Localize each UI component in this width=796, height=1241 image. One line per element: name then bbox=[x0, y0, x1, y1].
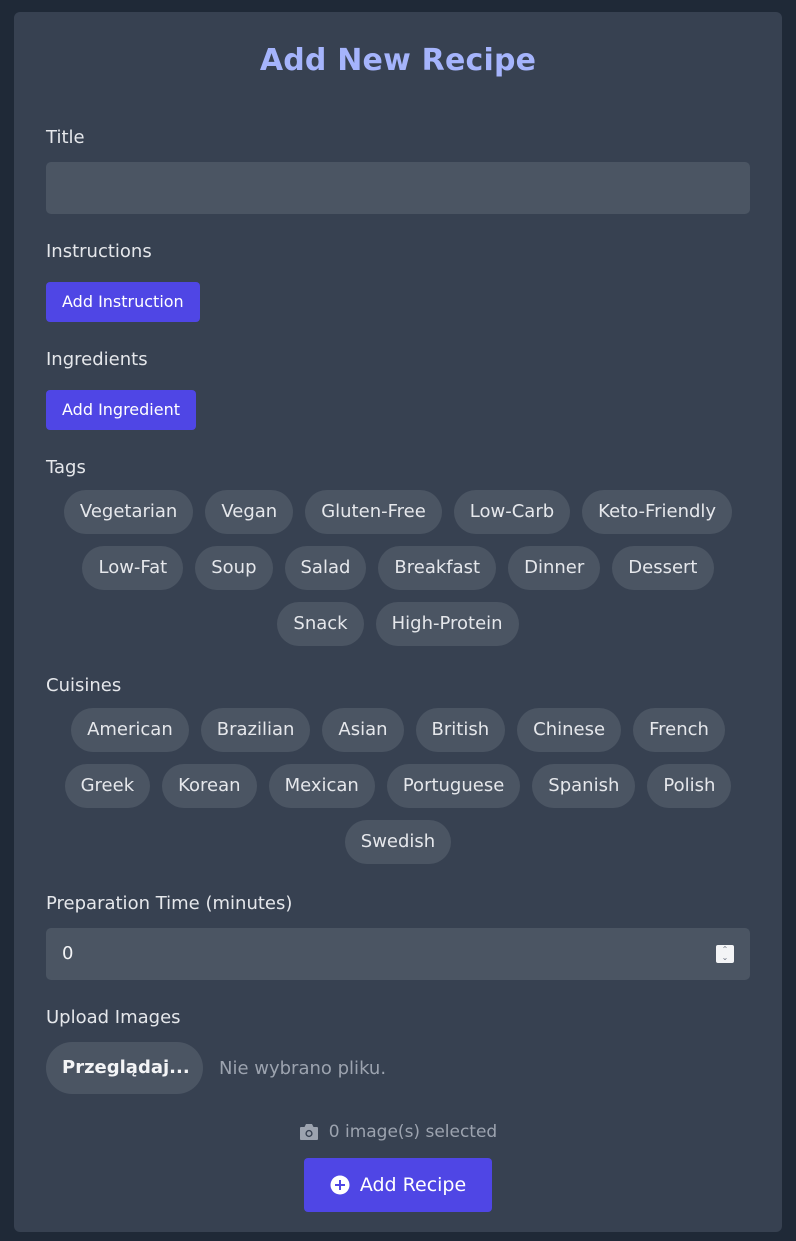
plus-circle-icon bbox=[330, 1175, 350, 1195]
prep-time-value: 0 bbox=[62, 943, 74, 964]
add-instruction-button[interactable]: Add Instruction bbox=[46, 282, 200, 322]
recipe-form-card: Add New Recipe Title Instructions Add In… bbox=[14, 12, 782, 1232]
cuisine-chip[interactable]: Brazilian bbox=[200, 708, 311, 752]
cuisine-chip[interactable]: Asian bbox=[322, 708, 404, 752]
cuisine-chip[interactable]: Swedish bbox=[344, 820, 452, 864]
file-status-text: Nie wybrano pliku. bbox=[219, 1057, 387, 1079]
images-selected-text: 0 image(s) selected bbox=[328, 1122, 498, 1142]
cuisine-chip[interactable]: Mexican bbox=[268, 764, 375, 808]
cuisine-chip[interactable]: Chinese bbox=[517, 708, 622, 752]
title-input[interactable] bbox=[46, 162, 750, 214]
ingredients-label: Ingredients bbox=[46, 349, 148, 370]
prep-time-label: Preparation Time (minutes) bbox=[46, 893, 293, 914]
tag-chip[interactable]: Breakfast bbox=[378, 546, 497, 590]
upload-images-label: Upload Images bbox=[46, 1007, 181, 1028]
cuisines-label: Cuisines bbox=[46, 675, 122, 696]
prep-time-input[interactable]: 0 ⌃ ⌄ bbox=[46, 928, 750, 980]
cuisines-list: American Brazilian Asian British Chinese Fren… bbox=[46, 708, 750, 864]
add-recipe-label: Add Recipe bbox=[359, 1174, 467, 1196]
tag-chip[interactable]: Keto-Friendly bbox=[582, 490, 733, 534]
cuisine-chip[interactable]: Korean bbox=[162, 764, 257, 808]
cuisine-chip[interactable]: French bbox=[633, 708, 725, 752]
cuisine-chip[interactable]: American bbox=[71, 708, 189, 752]
camera-icon bbox=[299, 1124, 318, 1140]
tag-chip[interactable]: Vegan bbox=[205, 490, 294, 534]
tags-label: Tags bbox=[46, 457, 86, 478]
tag-chip[interactable]: Low-Carb bbox=[453, 490, 571, 534]
cuisine-chip[interactable]: Greek bbox=[64, 764, 151, 808]
tag-chip[interactable]: Salad bbox=[284, 546, 367, 590]
page-title: Add New Recipe bbox=[259, 43, 537, 78]
tags-list: Vegetarian Vegan Gluten-Free Low-Carb Keto-F… bbox=[46, 490, 750, 646]
tag-chip[interactable]: High-Protein bbox=[375, 602, 519, 646]
cuisine-chip[interactable]: British bbox=[415, 708, 506, 752]
browse-files-button[interactable]: Przeglądaj... bbox=[46, 1042, 203, 1094]
add-ingredient-button[interactable]: Add Ingredient bbox=[46, 390, 197, 430]
tag-chip[interactable]: Soup bbox=[195, 546, 273, 590]
tag-chip[interactable]: Gluten-Free bbox=[305, 490, 442, 534]
tag-chip[interactable]: Dessert bbox=[612, 546, 714, 590]
cuisine-chip[interactable]: Portuguese bbox=[386, 764, 521, 808]
images-selected-status: 0 image(s) selected bbox=[46, 1120, 750, 1144]
instructions-label: Instructions bbox=[46, 241, 152, 262]
cuisine-chip[interactable]: Polish bbox=[647, 764, 732, 808]
title-label: Title bbox=[46, 127, 85, 148]
tag-chip[interactable]: Dinner bbox=[508, 546, 601, 590]
tag-chip[interactable]: Vegetarian bbox=[63, 490, 194, 534]
chevron-down-icon[interactable]: ⌄ bbox=[716, 954, 734, 962]
cuisine-chip[interactable]: Spanish bbox=[532, 764, 636, 808]
add-recipe-button[interactable]: Add Recipe bbox=[303, 1158, 493, 1212]
file-upload: Przeglądaj... Nie wybrano pliku. bbox=[46, 1042, 750, 1094]
tag-chip[interactable]: Snack bbox=[277, 602, 364, 646]
number-spinner[interactable]: ⌃ ⌄ bbox=[716, 945, 734, 963]
tag-chip[interactable]: Low-Fat bbox=[82, 546, 184, 590]
